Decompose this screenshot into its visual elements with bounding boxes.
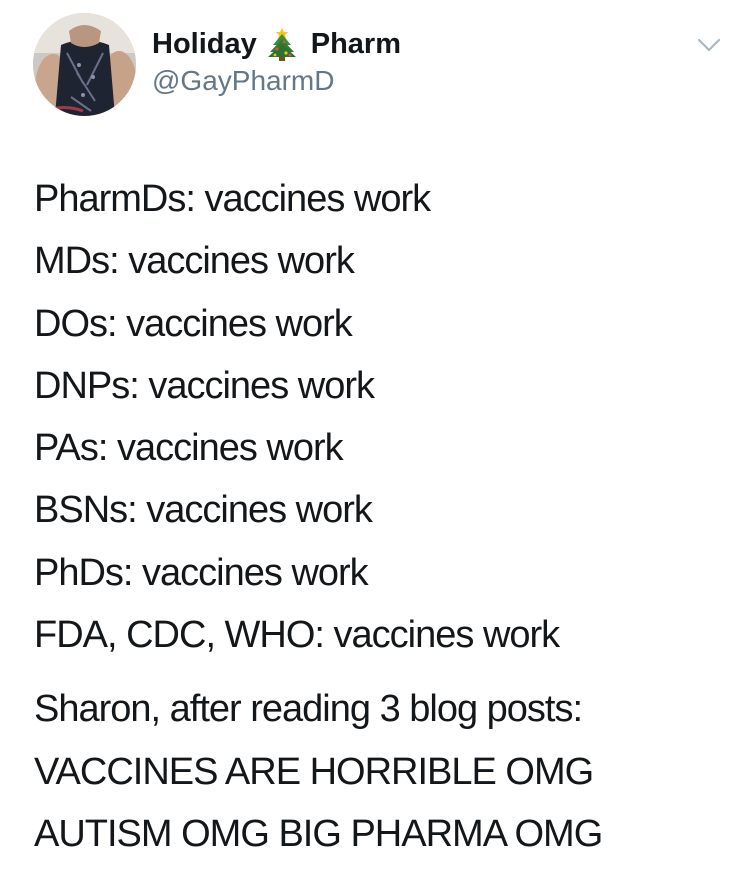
display-name[interactable]: Holiday Pharm xyxy=(152,26,652,62)
tweet-closing-line: Sharon, after reading 3 blog posts: xyxy=(34,688,583,731)
tweet-line: BSNs: vaccines work xyxy=(34,489,373,532)
author-names: Holiday Pharm @GayPharmD xyxy=(152,26,652,98)
display-name-part1: Holiday xyxy=(152,28,257,60)
avatar[interactable] xyxy=(33,13,136,116)
tweet-line: DNPs: vaccines work xyxy=(34,364,375,407)
user-handle[interactable]: @GayPharmD xyxy=(152,64,652,98)
tweet-closing-line: VACCINES ARE HORRIBLE OMG xyxy=(34,750,594,793)
display-name-part2: Pharm xyxy=(310,28,402,60)
tweet-card: Holiday Pharm @GayPharmD PharmDs: vaccin… xyxy=(0,0,750,894)
tweet-line: PhDs: vaccines work xyxy=(34,551,369,594)
chevron-down-icon[interactable] xyxy=(696,36,722,54)
tweet-line: FDA, CDC, WHO: vaccines work xyxy=(34,614,560,657)
tweet-line: PAs: vaccines work xyxy=(34,427,344,470)
tweet-line: PharmDs: vaccines work xyxy=(34,178,431,220)
tweet-text: PharmDs: vaccines work MDs: vaccines wor… xyxy=(34,168,734,865)
christmas-tree-icon xyxy=(267,27,297,61)
tweet-closing-line: AUTISM OMG BIG PHARMA OMG xyxy=(34,812,603,855)
tweet-line: DOs: vaccines work xyxy=(34,302,353,345)
avatar-photo-icon xyxy=(33,13,136,116)
tweet-line: MDs: vaccines work xyxy=(34,240,355,283)
